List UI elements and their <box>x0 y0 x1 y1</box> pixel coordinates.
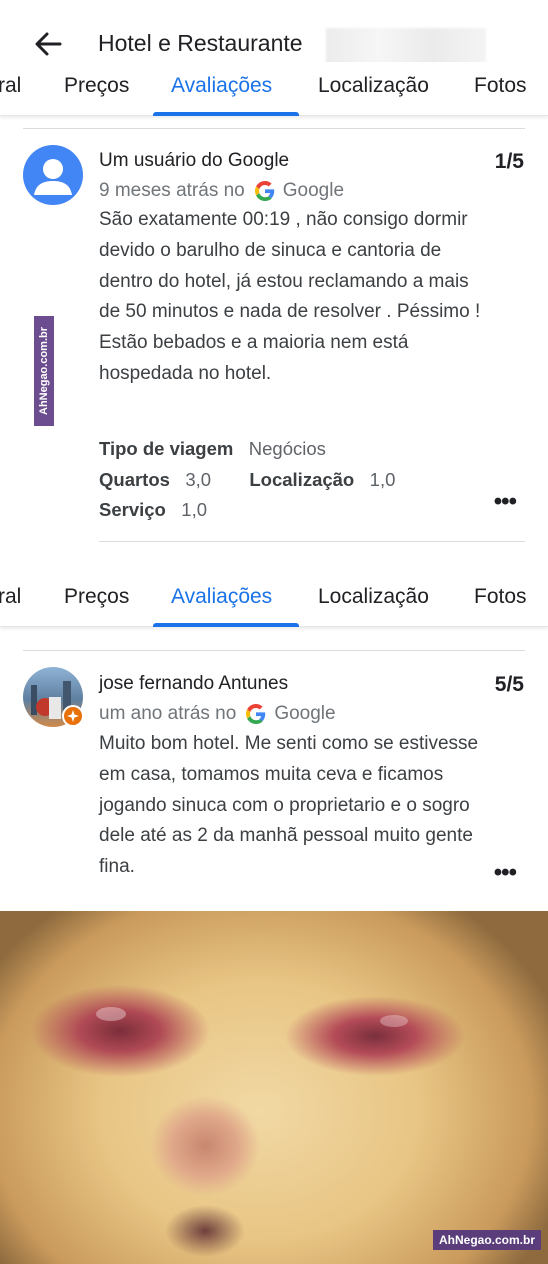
tab-bar: ral Preços Avaliações Localização Fotos <box>0 573 548 627</box>
review-details: Tipo de viagem Negócios Quartos 3,0 Loca… <box>99 434 395 526</box>
service-value: 1,0 <box>181 499 207 520</box>
crying-cat-meme-image: AhNegao.com.br <box>0 911 548 1264</box>
review-text: São exatamente 00:19 , não consigo dormi… <box>99 209 481 384</box>
active-tab-indicator <box>153 623 299 627</box>
google-logo-icon <box>254 181 274 201</box>
active-tab-indicator <box>153 112 299 116</box>
cat-eye-right <box>380 1015 408 1027</box>
location-value: 1,0 <box>369 468 396 490</box>
google-logo-icon <box>246 704 266 724</box>
tab-avaliacoes[interactable]: Avaliações <box>171 74 272 98</box>
redacted-title-part <box>326 28 486 64</box>
rooms-label: Quartos <box>99 468 170 490</box>
rating-row: Quartos 3,0 Localização 1,0 <box>99 465 395 496</box>
tab-precos[interactable]: Preços <box>64 585 129 609</box>
review-meta: 9 meses atrás no Google <box>99 180 344 202</box>
tab-bar: ral Preços Avaliações Localização Fotos <box>0 62 548 116</box>
tab-fotos[interactable]: Fotos <box>474 74 527 98</box>
review-source: Google <box>282 180 345 201</box>
tab-geral[interactable]: ral <box>0 74 21 98</box>
review-time: um ano atrás no <box>99 703 237 724</box>
tab-avaliacoes[interactable]: Avaliações <box>171 585 272 609</box>
watermark-bottom: AhNegao.com.br <box>432 1230 541 1250</box>
review-meta: um ano atrás no Google <box>99 703 336 725</box>
service-row: Serviço 1,0 <box>99 495 395 526</box>
page-title: Hotel e Restaurante <box>98 30 303 56</box>
tab-fotos[interactable]: Fotos <box>474 585 527 609</box>
review-time: 9 meses atrás no <box>99 180 245 201</box>
divider <box>99 541 525 542</box>
tab-geral[interactable]: ral <box>0 585 21 609</box>
rooms-value: 3,0 <box>185 468 212 490</box>
review-text: Muito bom hotel. Me senti como se estive… <box>99 733 479 878</box>
service-label: Serviço <box>99 499 166 520</box>
reviewer-name[interactable]: jose fernando Antunes <box>99 673 288 695</box>
more-options-icon[interactable]: ••• <box>494 488 517 516</box>
tab-precos[interactable]: Preços <box>64 74 129 98</box>
more-options-icon[interactable]: ••• <box>494 859 517 887</box>
cat-eye-left <box>96 1007 126 1021</box>
app-header: Hotel e Restaurante <box>0 0 548 66</box>
divider <box>23 128 525 129</box>
review-score: 1/5 <box>494 150 524 173</box>
tab-localizacao[interactable]: Localização <box>318 585 429 609</box>
trip-type-row: Tipo de viagem Negócios <box>99 434 395 465</box>
trip-type-value: Negócios <box>248 438 326 459</box>
back-arrow-icon[interactable] <box>30 26 66 62</box>
avatar-default-user-icon[interactable] <box>23 145 83 205</box>
trip-type-label: Tipo de viagem <box>99 438 234 459</box>
location-label: Localização <box>249 468 355 490</box>
local-guide-badge-icon <box>62 705 84 727</box>
reviewer-name[interactable]: Um usuário do Google <box>99 150 289 172</box>
tab-localizacao[interactable]: Localização <box>318 74 429 98</box>
watermark-side: AhNegao.com.br <box>34 316 54 426</box>
divider <box>23 650 525 651</box>
review-source: Google <box>274 703 336 724</box>
review-score: 5/5 <box>494 673 524 696</box>
